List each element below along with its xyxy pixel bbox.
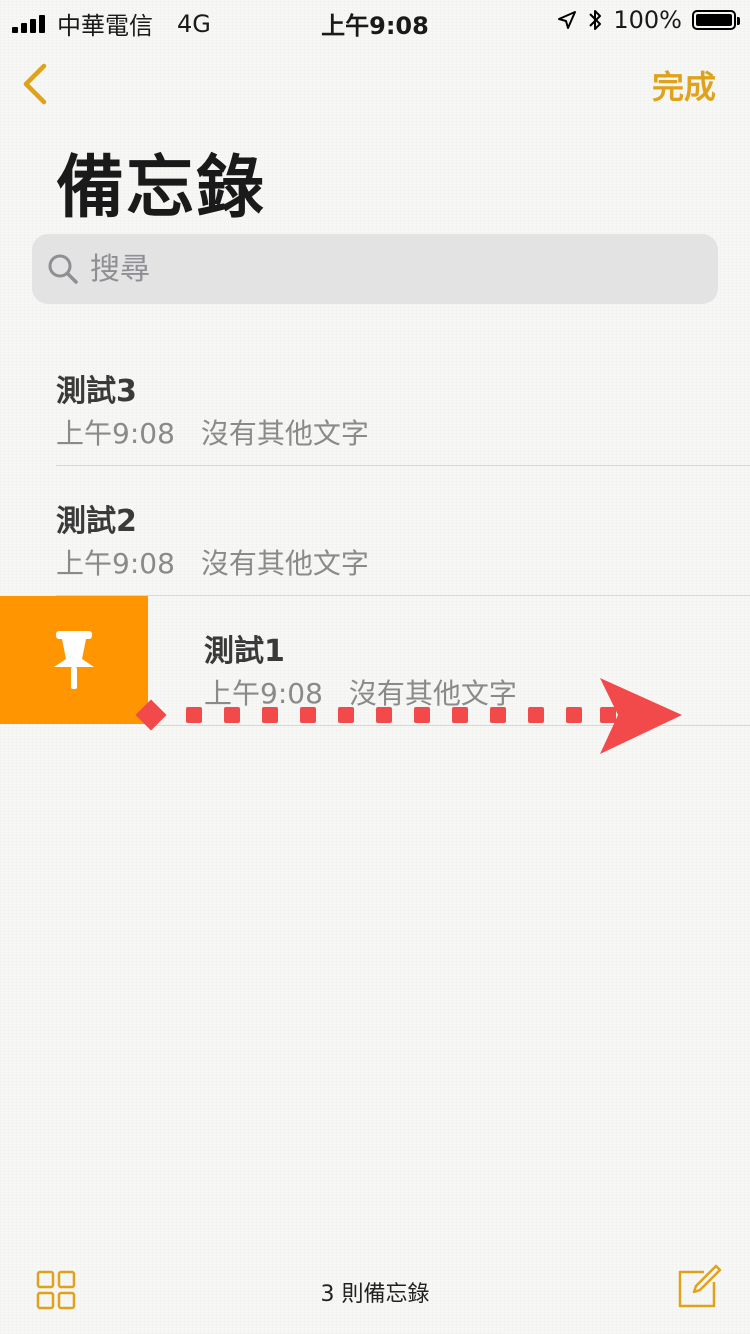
note-title: 測試1 (204, 634, 285, 669)
note-preview: 沒有其他文字 (200, 417, 369, 450)
note-title: 測試3 (56, 374, 137, 409)
note-item[interactable]: 測試3 上午9:08 沒有其他文字 (0, 336, 750, 466)
search-bar[interactable] (32, 234, 718, 304)
location-icon (558, 11, 577, 29)
page-title: 備忘錄 (56, 149, 267, 228)
note-meta: 上午9:08 沒有其他文字 (56, 412, 369, 452)
notes-count: 3 則備忘錄 (320, 1282, 430, 1307)
note-item[interactable]: 測試2 上午9:08 沒有其他文字 (0, 466, 750, 596)
note-time: 上午9:08 (56, 417, 175, 450)
note-meta: 上午9:08 沒有其他文字 (56, 542, 369, 582)
battery-percent: 100% (613, 6, 682, 34)
status-right: 100% (557, 6, 740, 34)
note-preview: 沒有其他文字 (200, 547, 369, 580)
pin-button[interactable] (0, 596, 148, 724)
pin-icon (54, 631, 94, 689)
done-button[interactable]: 完成 (652, 62, 716, 108)
battery-icon (692, 10, 740, 30)
search-input[interactable] (88, 250, 652, 288)
compose-button[interactable] (674, 1262, 724, 1312)
note-title: 測試2 (56, 504, 137, 539)
note-time: 上午9:08 (56, 547, 175, 580)
compose-icon (678, 1264, 722, 1308)
bluetooth-icon (589, 10, 602, 30)
chevron-left-icon (23, 63, 47, 105)
back-button[interactable] (16, 62, 56, 106)
swipe-right-arrow-icon (135, 678, 682, 754)
search-icon (48, 254, 78, 284)
status-bar: 中華電信 4G 上午9:08 100% (0, 0, 750, 40)
